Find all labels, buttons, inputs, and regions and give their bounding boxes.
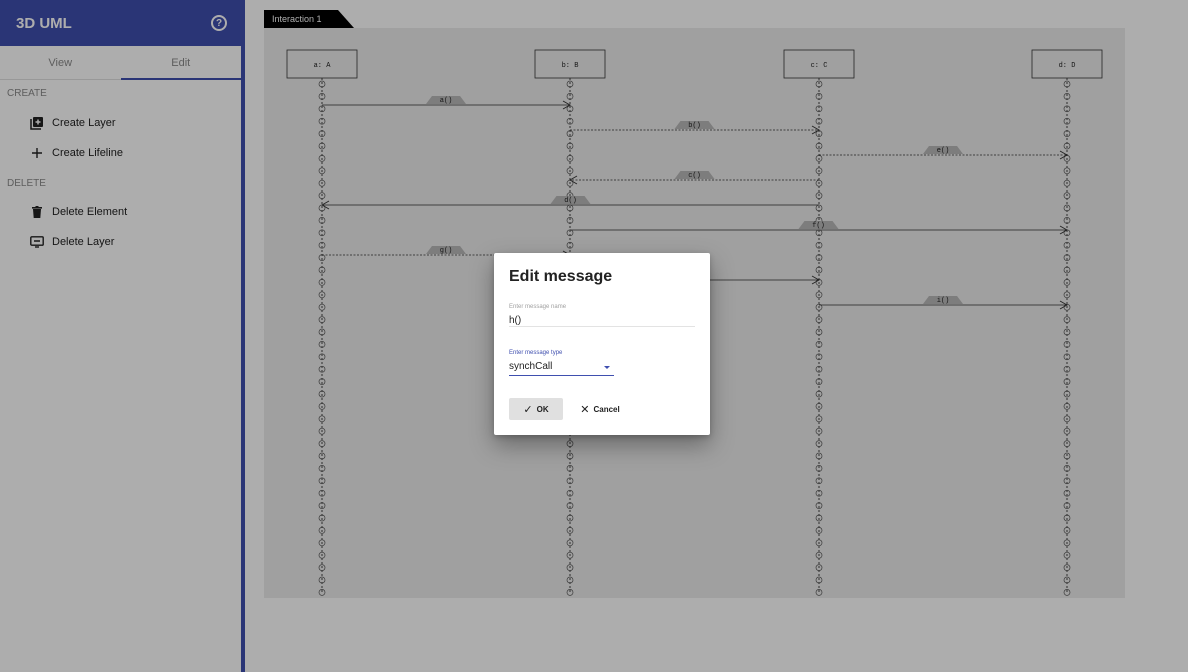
- close-icon: ✕: [580, 403, 590, 416]
- check-icon: ✓: [523, 403, 533, 416]
- cancel-label: Cancel: [593, 404, 620, 414]
- cancel-button[interactable]: ✕ Cancel: [575, 398, 625, 420]
- message-type-label: Enter message type: [509, 350, 563, 356]
- message-name-label: Enter message name: [509, 304, 567, 310]
- dialog-title: Edit message: [509, 268, 613, 285]
- edit-message-dialog: Edit message Enter message name Enter me…: [494, 253, 710, 435]
- dropdown-caret-icon: [604, 366, 610, 369]
- message-name-input[interactable]: [509, 314, 695, 327]
- ok-label: OK: [536, 404, 549, 414]
- message-type-value: synchCall: [509, 361, 553, 372]
- ok-button[interactable]: ✓ OK: [509, 398, 563, 420]
- message-type-select[interactable]: synchCall: [509, 361, 614, 376]
